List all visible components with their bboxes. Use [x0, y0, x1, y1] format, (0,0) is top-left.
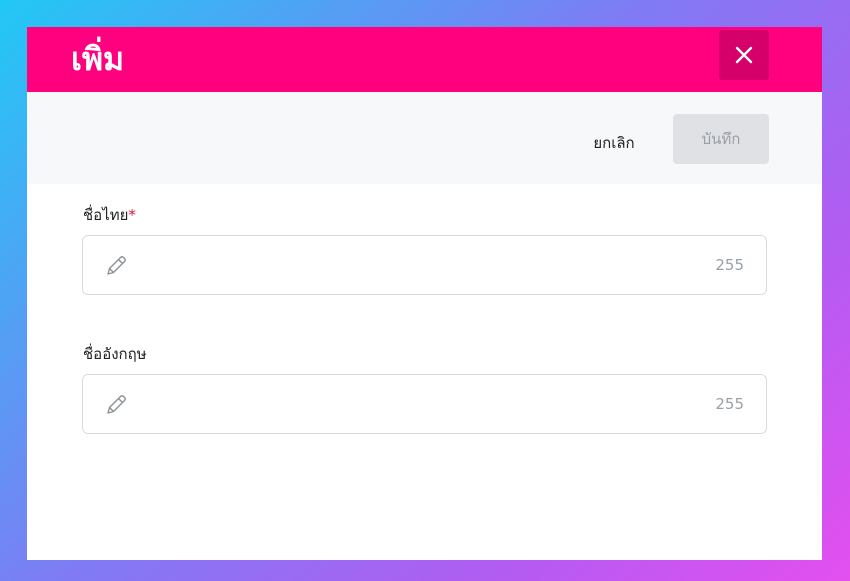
thai-name-label: ชื่อไทย*	[83, 205, 136, 225]
add-dialog: เพิ่ม ยกเลิก บันทึก ชื่อไทย* 255 ชื่ออัง…	[27, 27, 822, 560]
dialog-title: เพิ่ม	[71, 40, 125, 78]
char-counter: 255	[715, 395, 744, 413]
close-icon	[735, 46, 753, 64]
pencil-icon	[107, 395, 126, 414]
thai-name-label-text: ชื่อไทย	[83, 206, 129, 224]
english-name-label: ชื่ออังกฤษ	[83, 345, 147, 363]
save-button[interactable]: บันทึก	[673, 114, 769, 164]
thai-name-input[interactable]	[143, 236, 707, 296]
required-mark: *	[128, 206, 136, 224]
dialog-header: เพิ่ม	[27, 27, 822, 92]
cancel-button[interactable]: ยกเลิก	[573, 118, 655, 168]
english-name-input[interactable]	[143, 375, 707, 435]
char-counter: 255	[715, 256, 744, 274]
pencil-icon	[107, 256, 126, 275]
dialog-toolbar: ยกเลิก บันทึก	[27, 92, 822, 184]
close-button[interactable]	[719, 30, 769, 80]
english-name-field[interactable]: 255	[82, 374, 767, 435]
thai-name-field[interactable]: 255	[82, 235, 767, 296]
